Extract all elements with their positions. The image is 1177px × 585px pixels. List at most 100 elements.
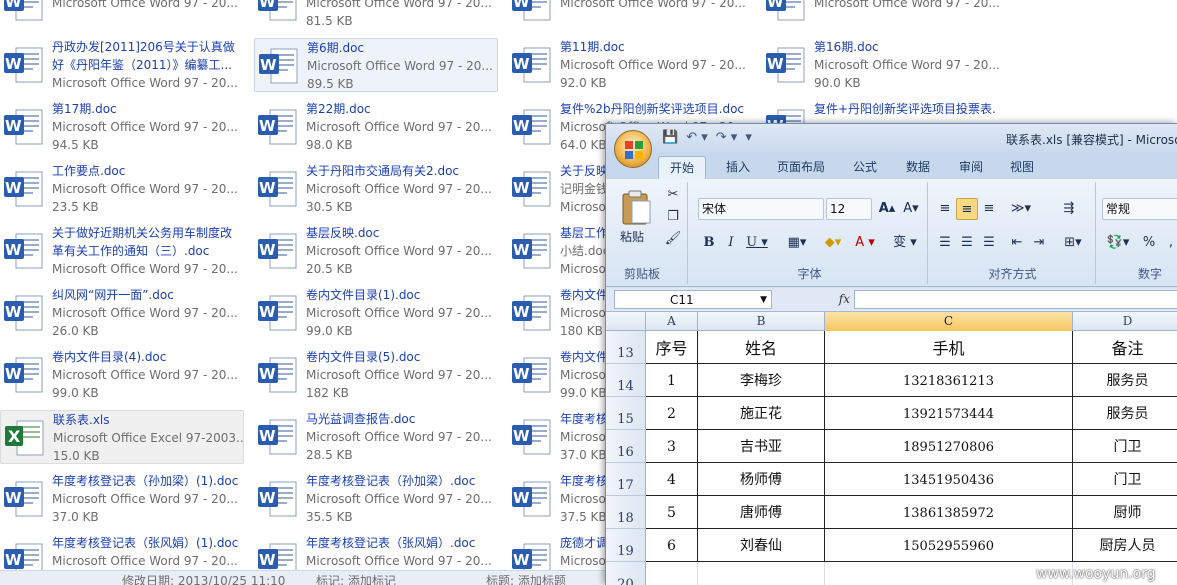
cell[interactable]: 施正花 xyxy=(698,397,825,430)
cell[interactable]: 唐师傅 xyxy=(698,496,825,529)
save-icon[interactable]: 💾 xyxy=(662,130,678,145)
cell[interactable]: 刘春仙 xyxy=(698,529,825,562)
cell[interactable]: 姓名 xyxy=(698,331,825,364)
cell[interactable]: 5 xyxy=(646,496,698,529)
file-item[interactable]: W 第22期.doc Microsoft Office Word 97 - 20..… xyxy=(254,100,498,154)
cell[interactable]: 13921573444 xyxy=(825,397,1073,430)
office-button[interactable] xyxy=(614,130,652,168)
file-item[interactable]: W Microsoft Office Word 97 - 20... 81.5 KB xyxy=(254,0,498,30)
cell[interactable]: 手机 xyxy=(825,331,1073,364)
border-icon[interactable]: ▦▾ xyxy=(782,232,812,254)
bold-button[interactable]: B xyxy=(698,232,720,254)
cell[interactable]: 4 xyxy=(646,463,698,496)
file-name[interactable]: 纠风网“网开一面”.doc xyxy=(52,286,242,304)
cell[interactable]: 1 xyxy=(646,364,698,397)
tab-4[interactable]: 数据 xyxy=(894,156,942,179)
tab-6[interactable]: 视图 xyxy=(1000,156,1044,179)
cell[interactable]: 服务员 xyxy=(1073,397,1177,430)
column-header[interactable]: B xyxy=(698,312,825,331)
cell[interactable] xyxy=(698,562,825,585)
row-header[interactable]: 16 xyxy=(606,430,646,463)
file-name[interactable]: 卷内文件目录(4).doc xyxy=(52,348,242,366)
row-header[interactable]: 14 xyxy=(606,364,646,397)
format-painter-icon[interactable]: 🖌 xyxy=(662,228,684,250)
row-header[interactable]: 15 xyxy=(606,397,646,430)
cell[interactable]: 服务员 xyxy=(1073,364,1177,397)
font-color-button[interactable]: A ▾ xyxy=(850,232,880,254)
align-bottom-icon[interactable]: ≡ xyxy=(978,198,1000,220)
select-all-corner[interactable] xyxy=(606,312,646,331)
file-item[interactable]: W 年度考核登记表（孙加梁）(1).doc Microsoft Office Wor… xyxy=(0,472,244,526)
font-name-box[interactable]: 宋体 xyxy=(698,198,824,220)
file-name[interactable]: 丹政办发[2011]206号关于认真做好《丹阳年鉴（2011）》编纂工... xyxy=(52,38,242,74)
file-item[interactable]: W 基层反映.doc Microsoft Office Word 97 - 20..… xyxy=(254,224,498,278)
tab-2[interactable]: 页面布局 xyxy=(766,156,836,179)
cell[interactable]: 3 xyxy=(646,430,698,463)
cell[interactable]: 吉书亚 xyxy=(698,430,825,463)
cell[interactable]: 厨师 xyxy=(1073,496,1177,529)
file-item[interactable]: WdocMicrosoft Office Word 97 - 20... xyxy=(0,0,244,30)
row-header[interactable]: 18 xyxy=(606,496,646,529)
file-name[interactable]: 工作要点.doc xyxy=(52,162,242,180)
wrap-text-icon[interactable]: ⇶ xyxy=(1058,198,1080,220)
tab-3[interactable]: 公式 xyxy=(842,156,888,179)
cell[interactable]: 13861385972 xyxy=(825,496,1073,529)
file-item[interactable]: W 第11期.doc Microsoft Office Word 97 - 20..… xyxy=(508,38,752,92)
row-header[interactable]: 17 xyxy=(606,463,646,496)
chevron-down-icon[interactable]: ▼ xyxy=(760,291,767,309)
file-item[interactable]: W 纠风网“网开一面”.doc Microsoft Office Word 97 -… xyxy=(0,286,244,340)
shrink-font-button[interactable]: A▾ xyxy=(900,198,922,220)
file-item[interactable]: W 卷内文件目录(1).doc Microsoft Office Word 97 -… xyxy=(254,286,498,340)
file-item[interactable]: X 联系表.xls Microsoft Office Excel 97-2003..… xyxy=(0,410,244,464)
cell[interactable]: 18951270806 xyxy=(825,430,1073,463)
file-name[interactable]: 年度考核登记表（张风娟）(1).doc xyxy=(52,534,242,552)
increase-indent-icon[interactable]: ⇥ xyxy=(1028,232,1050,254)
cell[interactable]: 2 xyxy=(646,397,698,430)
status-title[interactable]: 标题: 添加标题 xyxy=(486,572,566,585)
file-name[interactable]: 第22期.doc xyxy=(306,100,496,118)
row-header[interactable]: 13 xyxy=(606,331,646,364)
file-name[interactable]: 复件+丹阳创新奖评选项目投票表. xyxy=(814,100,1004,118)
percent-button[interactable]: % xyxy=(1138,232,1160,254)
formula-input[interactable] xyxy=(854,290,1177,309)
insert-function-button[interactable]: fx xyxy=(778,290,850,309)
file-item[interactable]: W 卷内文件目录(4).doc Microsoft Office Word 97 -… xyxy=(0,348,244,402)
file-name[interactable]: 第6期.doc xyxy=(307,39,497,57)
file-name[interactable]: 第17期.doc xyxy=(52,100,242,118)
file-name[interactable]: 马光益调查报告.doc xyxy=(306,410,496,428)
font-size-box[interactable]: 12 xyxy=(826,198,872,220)
column-header[interactable]: A xyxy=(646,312,698,331)
file-item[interactable]: W 马光益调查报告.doc Microsoft Office Word 97 - 2… xyxy=(254,410,498,464)
column-header[interactable]: C xyxy=(825,312,1073,331)
align-center-icon[interactable]: ☰ xyxy=(956,232,978,254)
cell[interactable]: 门卫 xyxy=(1073,463,1177,496)
file-item[interactable]: W 年度考核登记表（孙加梁）.doc Microsoft Office Word 9… xyxy=(254,472,498,526)
grow-font-button[interactable]: A▴ xyxy=(876,198,898,220)
file-name[interactable]: 关于做好近期机关公务用车制度改革有关工作的通知（三）.doc xyxy=(52,224,242,260)
decrease-indent-icon[interactable]: ⇤ xyxy=(1006,232,1028,254)
comma-button[interactable]: , xyxy=(1160,232,1177,254)
cell[interactable]: 15052955960 xyxy=(825,529,1073,562)
undo-icon[interactable]: ↶ ▾ xyxy=(686,130,708,145)
align-left-icon[interactable]: ☰ xyxy=(934,232,956,254)
column-header[interactable]: D xyxy=(1073,312,1177,331)
file-name[interactable]: 年度考核登记表（张风娟）.doc xyxy=(306,534,496,552)
align-right-icon[interactable]: ☰ xyxy=(978,232,1000,254)
file-name[interactable]: 联系表.xls xyxy=(53,411,243,429)
file-item[interactable]: W 工作要点.doc Microsoft Office Word 97 - 20..… xyxy=(0,162,244,216)
cell[interactable]: 6 xyxy=(646,529,698,562)
cell[interactable]: 序号 xyxy=(646,331,698,364)
redo-icon[interactable]: ↷ ▾ xyxy=(716,130,738,145)
cell[interactable]: 厨房人员 xyxy=(1073,529,1177,562)
cell[interactable] xyxy=(646,562,698,585)
tab-5[interactable]: 审阅 xyxy=(948,156,994,179)
row-header[interactable]: 19 xyxy=(606,529,646,562)
cell[interactable]: 13451950436 xyxy=(825,463,1073,496)
tab-1[interactable]: 插入 xyxy=(716,156,760,179)
file-item[interactable]: W三组一流服务动力促进会为调研.docMicrosoft Office Word… xyxy=(508,0,752,30)
underline-button[interactable]: U ▾ xyxy=(742,232,772,254)
number-format-box[interactable]: 常规 xyxy=(1102,198,1177,220)
cell[interactable]: 门卫 xyxy=(1073,430,1177,463)
row-header[interactable]: 20 xyxy=(606,562,646,585)
merge-cells-icon[interactable]: ⊞▾ xyxy=(1058,232,1088,254)
